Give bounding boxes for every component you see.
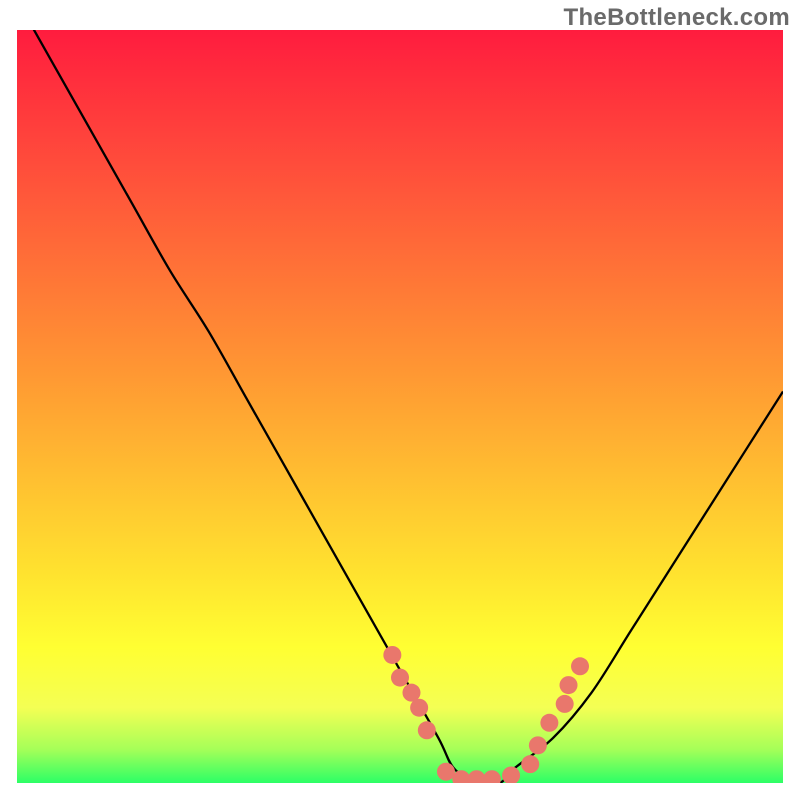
marker-dot xyxy=(391,669,409,687)
marker-dot xyxy=(540,714,558,732)
marker-dot xyxy=(418,721,436,739)
chart-plot-area xyxy=(17,30,783,783)
chart-svg xyxy=(17,30,783,783)
marker-dot xyxy=(529,736,547,754)
marker-dot xyxy=(410,699,428,717)
marker-dot xyxy=(560,676,578,694)
watermark-text: TheBottleneck.com xyxy=(564,4,790,32)
marker-dot xyxy=(556,695,574,713)
marker-dot xyxy=(383,646,401,664)
marker-dot xyxy=(437,763,455,781)
marker-dot xyxy=(521,755,539,773)
marker-dot xyxy=(571,657,589,675)
